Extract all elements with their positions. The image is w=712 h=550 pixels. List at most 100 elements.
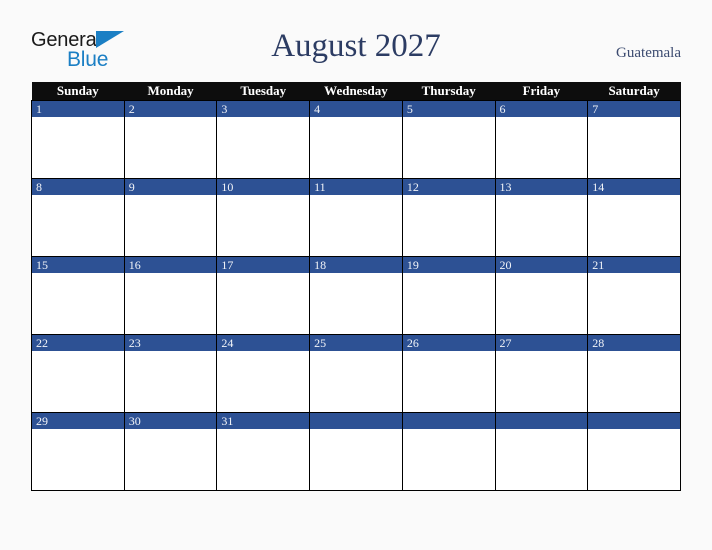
day-number: 7 xyxy=(588,101,680,117)
day-number: 19 xyxy=(402,257,495,273)
calendar-day-cell-empty[interactable] xyxy=(494,412,589,491)
calendar-day-cell[interactable]: 2 xyxy=(123,100,218,179)
day-events-area[interactable] xyxy=(217,195,310,255)
calendar-day-cell[interactable]: 23 xyxy=(123,334,218,413)
calendar-week-row: 8 9 10 11 12 13 14 xyxy=(31,178,681,257)
calendar-day-cell[interactable]: 6 xyxy=(494,100,589,179)
day-events-area[interactable] xyxy=(588,429,680,489)
day-number xyxy=(402,413,495,429)
day-events-area[interactable] xyxy=(588,117,680,177)
day-events-area[interactable] xyxy=(588,351,680,411)
day-events-area[interactable] xyxy=(310,351,402,411)
calendar-day-cell[interactable]: 8 xyxy=(31,178,125,257)
calendar-day-cell-empty[interactable] xyxy=(587,412,681,491)
calendar-weekday-header-row: Sunday Monday Tuesday Wednesday Thursday… xyxy=(31,82,681,101)
day-number: 20 xyxy=(495,257,588,273)
day-number: 9 xyxy=(124,179,217,195)
day-events-area[interactable] xyxy=(217,273,310,333)
day-number: 12 xyxy=(402,179,495,195)
calendar-day-cell[interactable]: 7 xyxy=(587,100,681,179)
calendar-day-cell[interactable]: 25 xyxy=(309,334,403,413)
calendar-day-cell[interactable]: 18 xyxy=(309,256,403,335)
day-number: 3 xyxy=(217,101,310,117)
day-number: 11 xyxy=(310,179,402,195)
calendar-day-cell[interactable]: 22 xyxy=(31,334,125,413)
calendar-day-cell[interactable]: 4 xyxy=(309,100,403,179)
day-events-area[interactable] xyxy=(402,429,495,489)
calendar-day-cell-empty[interactable] xyxy=(401,412,496,491)
country-label: Guatemala xyxy=(616,45,681,61)
weekday-header-thursday: Thursday xyxy=(402,82,496,101)
calendar-day-cell[interactable]: 12 xyxy=(401,178,496,257)
day-events-area[interactable] xyxy=(217,351,310,411)
day-number: 23 xyxy=(124,335,217,351)
day-events-area[interactable] xyxy=(310,195,402,255)
calendar-day-cell[interactable]: 21 xyxy=(587,256,681,335)
day-events-area[interactable] xyxy=(124,351,217,411)
day-events-area[interactable] xyxy=(402,117,495,177)
calendar-day-cell[interactable]: 30 xyxy=(123,412,218,491)
day-events-area[interactable] xyxy=(32,195,124,255)
calendar-day-cell[interactable]: 10 xyxy=(216,178,311,257)
day-events-area[interactable] xyxy=(495,351,588,411)
day-events-area[interactable] xyxy=(495,273,588,333)
day-events-area[interactable] xyxy=(124,429,217,489)
calendar-day-cell[interactable]: 19 xyxy=(401,256,496,335)
day-events-area[interactable] xyxy=(402,273,495,333)
day-events-area[interactable] xyxy=(32,273,124,333)
calendar-day-cell[interactable]: 26 xyxy=(401,334,496,413)
day-events-area[interactable] xyxy=(310,273,402,333)
day-number: 4 xyxy=(310,101,402,117)
day-events-area[interactable] xyxy=(124,195,217,255)
weekday-header-friday: Friday xyxy=(495,82,588,101)
day-events-area[interactable] xyxy=(495,195,588,255)
calendar-week-row: 1 2 3 4 5 6 7 xyxy=(31,100,681,179)
day-number: 24 xyxy=(217,335,310,351)
day-events-area[interactable] xyxy=(588,195,680,255)
calendar-day-cell[interactable]: 3 xyxy=(216,100,311,179)
calendar-day-cell[interactable]: 14 xyxy=(587,178,681,257)
day-events-area[interactable] xyxy=(32,117,124,177)
day-number: 13 xyxy=(495,179,588,195)
day-events-area[interactable] xyxy=(588,273,680,333)
page-title: August 2027 xyxy=(271,28,441,64)
day-events-area[interactable] xyxy=(495,429,588,489)
day-events-area[interactable] xyxy=(495,117,588,177)
day-events-area[interactable] xyxy=(310,429,402,489)
calendar-day-cell[interactable]: 28 xyxy=(587,334,681,413)
calendar-day-cell[interactable]: 31 xyxy=(216,412,311,491)
day-events-area[interactable] xyxy=(310,117,402,177)
calendar-day-cell[interactable]: 1 xyxy=(31,100,125,179)
day-events-area[interactable] xyxy=(124,117,217,177)
page-header: General Blue August 2027 Guatemala xyxy=(0,0,712,82)
day-events-area[interactable] xyxy=(402,351,495,411)
calendar-day-cell[interactable]: 11 xyxy=(309,178,403,257)
day-events-area[interactable] xyxy=(32,351,124,411)
day-number: 17 xyxy=(217,257,310,273)
day-events-area[interactable] xyxy=(217,429,310,489)
calendar-day-cell[interactable]: 9 xyxy=(123,178,218,257)
day-number: 30 xyxy=(124,413,217,429)
calendar-day-cell[interactable]: 20 xyxy=(494,256,589,335)
calendar-day-cell[interactable]: 17 xyxy=(216,256,311,335)
day-number: 18 xyxy=(310,257,402,273)
calendar-day-cell[interactable]: 27 xyxy=(494,334,589,413)
calendar-day-cell[interactable]: 24 xyxy=(216,334,311,413)
day-number: 1 xyxy=(32,101,124,117)
calendar-day-cell[interactable]: 5 xyxy=(401,100,496,179)
day-number: 21 xyxy=(588,257,680,273)
calendar-day-cell[interactable]: 16 xyxy=(123,256,218,335)
day-events-area[interactable] xyxy=(217,117,310,177)
day-number: 10 xyxy=(217,179,310,195)
day-number xyxy=(588,413,680,429)
calendar-day-cell-empty[interactable] xyxy=(309,412,403,491)
day-events-area[interactable] xyxy=(124,273,217,333)
calendar-day-cell[interactable]: 15 xyxy=(31,256,125,335)
calendar-day-cell[interactable]: 29 xyxy=(31,412,125,491)
day-number xyxy=(495,413,588,429)
day-number: 22 xyxy=(32,335,124,351)
calendar-day-cell[interactable]: 13 xyxy=(494,178,589,257)
day-events-area[interactable] xyxy=(32,429,124,489)
day-number: 5 xyxy=(402,101,495,117)
day-events-area[interactable] xyxy=(402,195,495,255)
